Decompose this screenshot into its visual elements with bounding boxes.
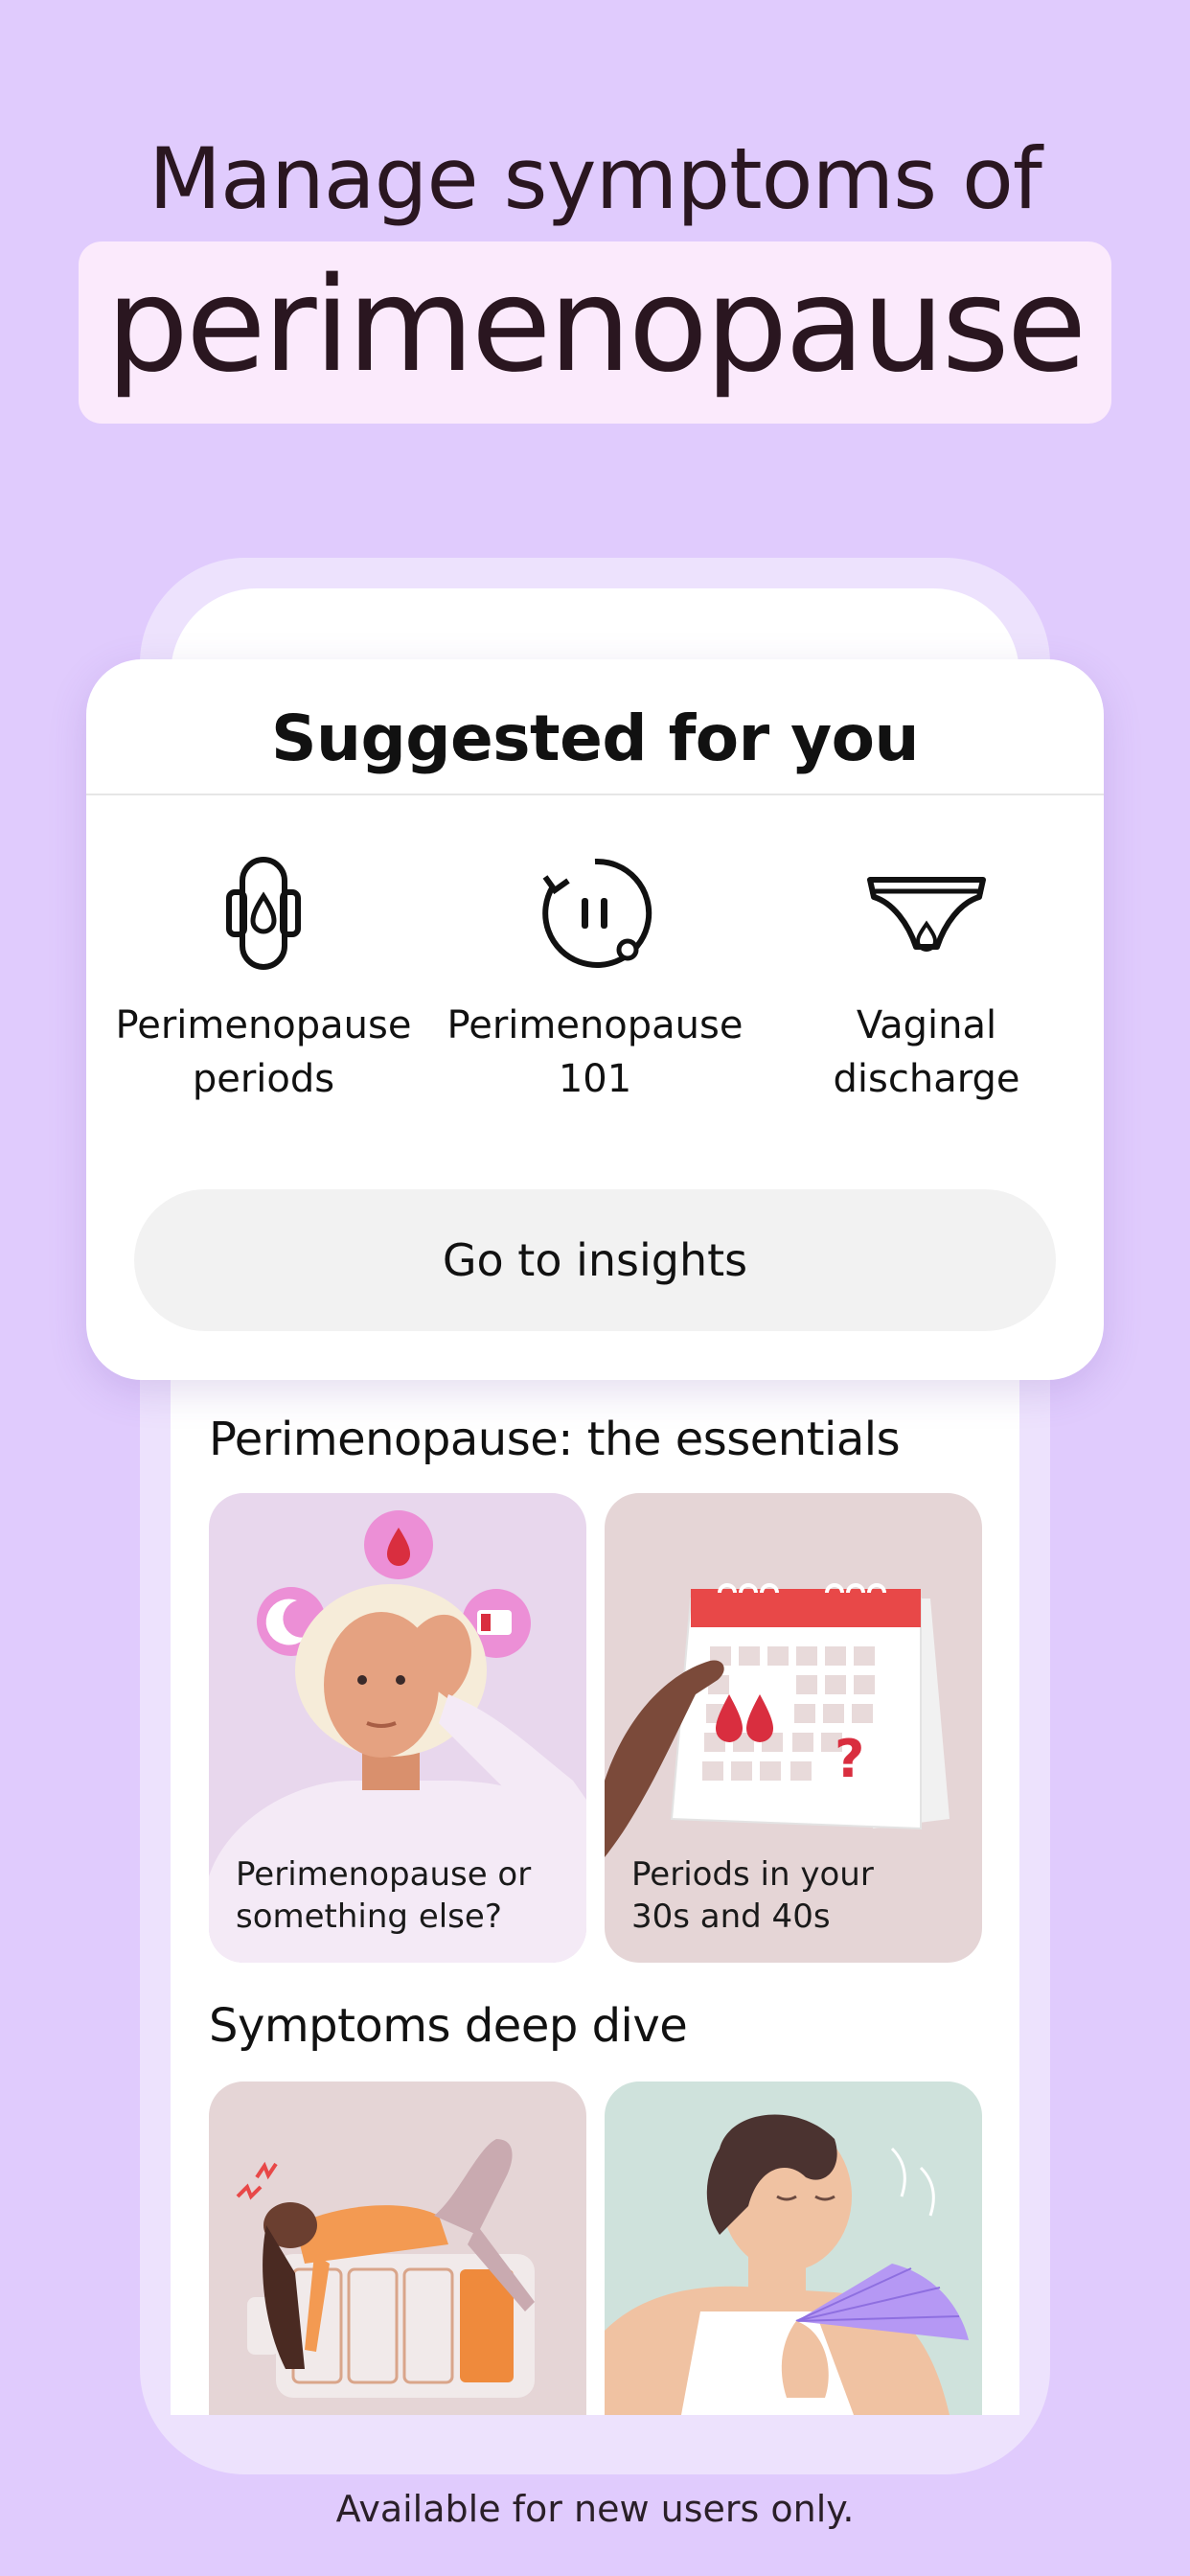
card-divider — [86, 794, 1104, 795]
underwear-icon — [864, 851, 989, 976]
tile-perimenopause-or-something-else[interactable]: Perimenopause or something else? — [209, 1493, 586, 1963]
caption-line-2: something else? — [236, 1898, 502, 1936]
sanitary-pad-icon — [201, 851, 326, 976]
tile-caption: Perimenopause or something else? — [236, 1853, 531, 1938]
highlight-word: perimenopause — [105, 250, 1087, 402]
label-line-2: discharge — [833, 1057, 1020, 1101]
suggestion-vaginal-discharge[interactable]: Vaginal discharge — [768, 851, 1085, 1106]
tile-fatigue[interactable] — [209, 2082, 586, 2415]
headline: Manage symptoms of — [149, 129, 1042, 228]
label-line-1: Vaginal — [856, 1003, 997, 1047]
tile-caption: Periods in your 30s and 40s — [631, 1853, 874, 1938]
suggestion-label: Perimenopause periods — [105, 999, 422, 1106]
svg-text:?: ? — [835, 1729, 864, 1789]
availability-note: Available for new users only. — [335, 2488, 855, 2530]
card-title: Suggested for you — [270, 702, 920, 775]
tired-woman-battery-illustration — [236, 2139, 535, 2398]
suggestion-perimenopause-101[interactable]: Perimenopause 101 — [437, 851, 753, 1106]
section-title-deep-dive: Symptoms deep dive — [209, 1999, 688, 2053]
woman-with-fan-illustration — [605, 2114, 969, 2415]
caption-line-2: 30s and 40s — [631, 1898, 831, 1936]
label-line-2: 101 — [558, 1057, 632, 1101]
suggestion-label: Perimenopause 101 — [437, 999, 753, 1106]
tile-periods-30s-40s[interactable]: ? Periods in your 30s and 40s — [605, 1493, 982, 1963]
suggestion-perimenopause-periods[interactable]: Perimenopause periods — [105, 851, 422, 1106]
caption-line-1: Periods in your — [631, 1855, 874, 1894]
highlight-box: perimenopause — [79, 242, 1111, 424]
section-title-essentials: Perimenopause: the essentials — [209, 1413, 901, 1466]
suggestion-label: Vaginal discharge — [768, 999, 1085, 1106]
caption-line-1: Perimenopause or — [236, 1855, 532, 1894]
cycle-pause-icon — [533, 851, 657, 976]
go-to-insights-button[interactable]: Go to insights — [134, 1189, 1056, 1331]
suggested-card: Suggested for you Perimenopause periods — [86, 659, 1104, 1380]
label-line-1: Perimenopause — [446, 1003, 744, 1047]
tile-hot-flashes[interactable] — [605, 2082, 982, 2415]
label-line-1: Perimenopause — [115, 1003, 412, 1047]
label-line-2: periods — [192, 1057, 335, 1101]
